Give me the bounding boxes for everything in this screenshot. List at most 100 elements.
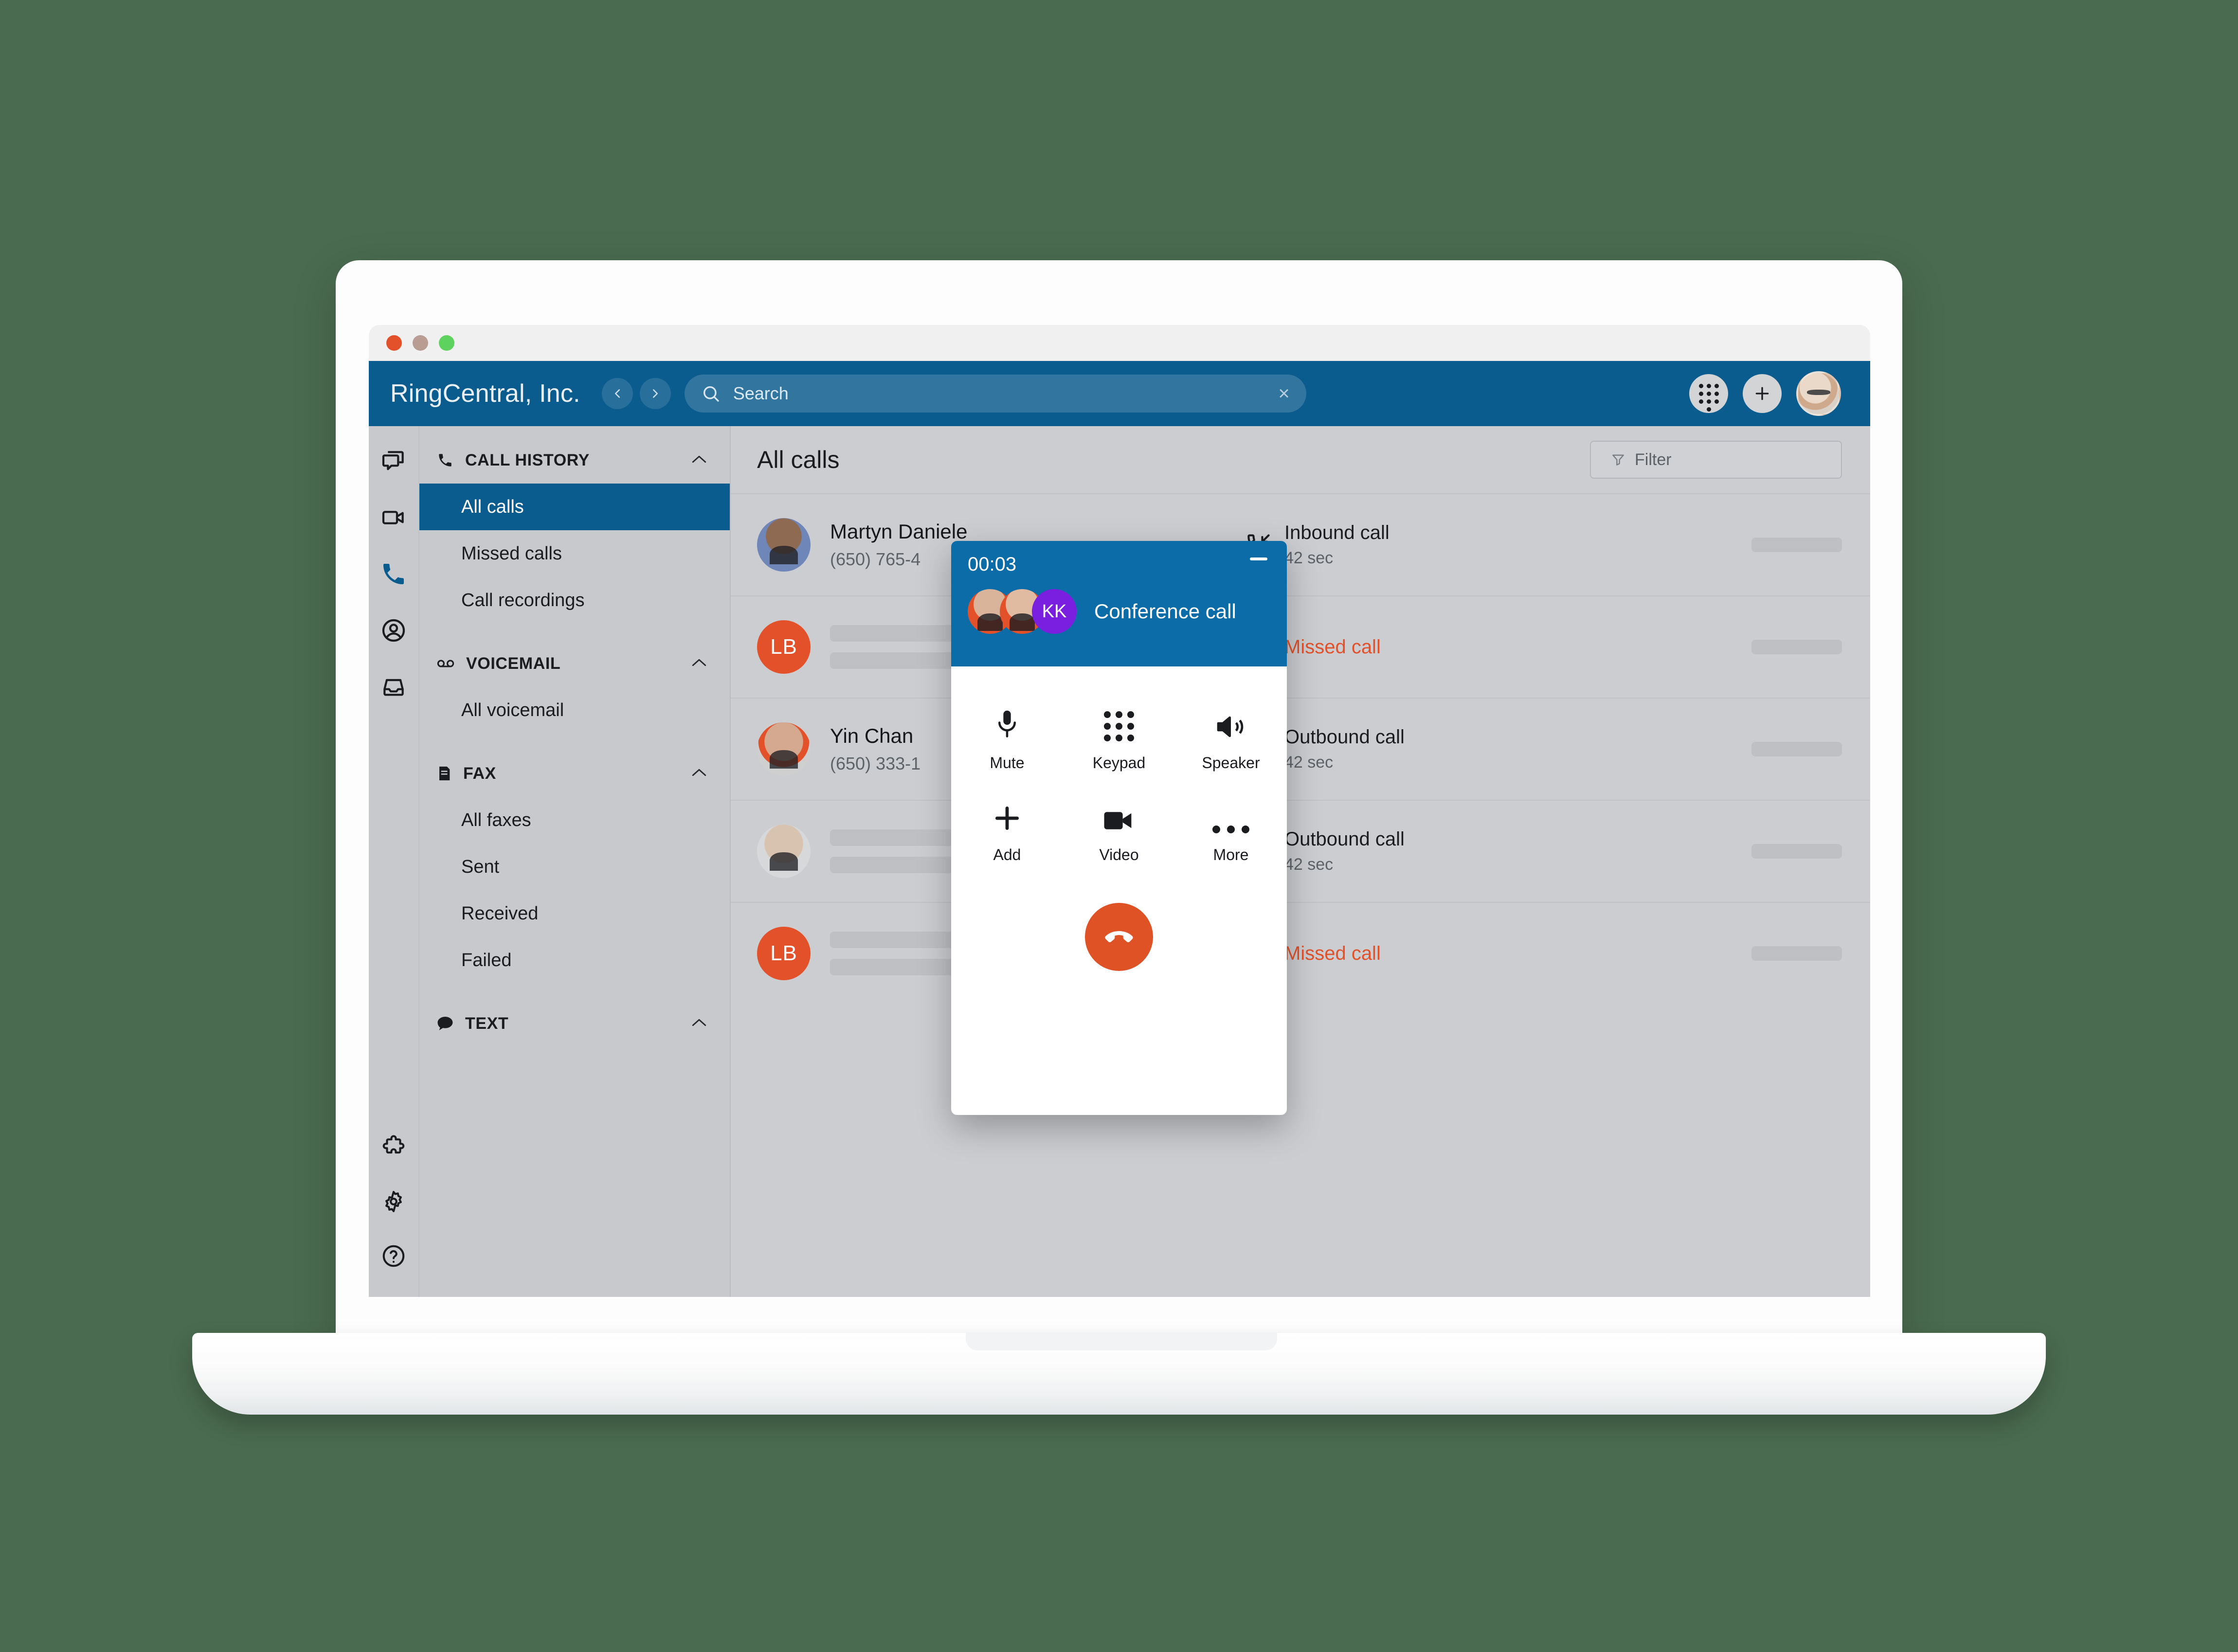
nav-section-label: TEXT bbox=[465, 1014, 509, 1033]
minimize-icon[interactable] bbox=[1250, 557, 1267, 560]
nav-section-call-history[interactable]: CALL HISTORY bbox=[419, 437, 730, 484]
gear-icon[interactable] bbox=[376, 1184, 411, 1219]
nav-section-fax[interactable]: FAX bbox=[419, 750, 730, 797]
timestamp-placeholder bbox=[1751, 742, 1842, 756]
chevron-up-icon[interactable] bbox=[691, 452, 707, 468]
call-type: Missed call bbox=[1284, 942, 1381, 964]
call-meta-text: Inbound call 42 sec bbox=[1284, 522, 1390, 568]
table-row[interactable]: Yin Chan (650) 333-1 Outbound call 42 se… bbox=[731, 698, 1870, 800]
call-meta-text: Missed call bbox=[1284, 636, 1381, 658]
help-icon[interactable] bbox=[376, 1239, 411, 1274]
chevron-left-icon[interactable] bbox=[601, 378, 633, 409]
brand-title: RingCentral, Inc. bbox=[390, 379, 580, 408]
video-icon[interactable] bbox=[376, 500, 411, 535]
main-content: All calls Filter Martyn Daniele (650) 76… bbox=[731, 426, 1870, 1297]
call-controls: Mute Keypad Speaker Add Video More bbox=[951, 666, 1287, 971]
chevron-up-icon[interactable] bbox=[691, 655, 707, 672]
close-icon[interactable]: × bbox=[1278, 384, 1289, 403]
nav-section-label: VOICEMAIL bbox=[466, 654, 561, 673]
microphone-icon bbox=[994, 705, 1020, 741]
chat-bubble-icon bbox=[437, 1016, 453, 1031]
contacts-icon[interactable] bbox=[376, 613, 411, 648]
nav-section-label: FAX bbox=[463, 764, 496, 783]
funnel-icon bbox=[1610, 452, 1626, 467]
chevron-up-icon[interactable] bbox=[691, 1015, 707, 1032]
window-close-button[interactable] bbox=[386, 335, 402, 351]
avatar: LB bbox=[757, 620, 811, 674]
call-list: Martyn Daniele (650) 765-4 Inbound call … bbox=[731, 493, 1870, 1297]
timestamp-placeholder bbox=[1751, 538, 1842, 552]
call-type: Outbound call bbox=[1284, 828, 1405, 850]
avatar bbox=[757, 722, 811, 776]
inbox-icon[interactable] bbox=[376, 669, 411, 704]
window-minimize-button[interactable] bbox=[413, 335, 428, 351]
phone-icon bbox=[437, 452, 453, 468]
laptop-notch bbox=[966, 1333, 1277, 1350]
laptop-mockup: RingCentral, Inc. Search × CALL HISTORY … bbox=[0, 0, 2238, 1652]
dialpad-icon bbox=[1104, 705, 1134, 741]
plus-icon[interactable] bbox=[1743, 374, 1782, 413]
window-titlebar bbox=[369, 325, 1870, 361]
sidebar-item-call-recordings[interactable]: Call recordings bbox=[419, 577, 730, 624]
nav-section-text[interactable]: TEXT bbox=[419, 1000, 730, 1047]
call-controls-row-2: Add Video More bbox=[951, 785, 1287, 877]
end-call-button[interactable] bbox=[1085, 903, 1153, 971]
control-label: Speaker bbox=[1202, 754, 1260, 772]
search-input[interactable]: Search × bbox=[684, 375, 1306, 413]
icon-rail bbox=[369, 426, 419, 1297]
sidebar-item-missed-calls[interactable]: Missed calls bbox=[419, 530, 730, 577]
video-camera-icon bbox=[1103, 797, 1135, 833]
control-label: More bbox=[1213, 846, 1249, 863]
call-type: Missed call bbox=[1284, 636, 1381, 658]
video-button[interactable]: Video bbox=[1063, 785, 1175, 877]
chevron-right-icon[interactable] bbox=[639, 378, 671, 409]
table-row[interactable]: LB Missed call bbox=[731, 595, 1870, 698]
window-zoom-button[interactable] bbox=[439, 335, 454, 351]
dialpad-icon[interactable] bbox=[1689, 374, 1728, 413]
search-placeholder: Search bbox=[733, 383, 789, 403]
speaker-icon bbox=[1215, 705, 1247, 741]
page-title: All calls bbox=[757, 446, 840, 473]
timestamp-placeholder bbox=[1751, 946, 1842, 961]
avatar[interactable] bbox=[1796, 371, 1841, 416]
messages-icon[interactable] bbox=[376, 444, 411, 479]
plus-icon bbox=[992, 797, 1022, 833]
table-row[interactable]: Martyn Daniele (650) 765-4 Inbound call … bbox=[731, 493, 1870, 595]
table-row[interactable]: Outbound call 42 sec bbox=[731, 800, 1870, 902]
call-meta: Missed call bbox=[1246, 941, 1616, 966]
avatar bbox=[757, 518, 811, 572]
sidebar-item-sent[interactable]: Sent bbox=[419, 844, 730, 890]
call-duration: 42 sec bbox=[1284, 855, 1334, 874]
add-button[interactable]: Add bbox=[951, 785, 1063, 877]
call-type: Outbound call bbox=[1284, 726, 1405, 748]
avatar: LB bbox=[757, 927, 811, 980]
call-meta-text: Outbound call 42 sec bbox=[1284, 726, 1405, 772]
table-row[interactable]: LB Missed call bbox=[731, 902, 1870, 1004]
call-meta-text: Outbound call 42 sec bbox=[1284, 828, 1405, 874]
puzzle-icon[interactable] bbox=[376, 1130, 411, 1165]
filter-button[interactable]: Filter bbox=[1590, 441, 1842, 479]
nav-panel: CALL HISTORY All calls Missed calls Call… bbox=[419, 426, 731, 1297]
sidebar-item-all-voicemail[interactable]: All voicemail bbox=[419, 687, 730, 734]
sidebar-item-all-calls[interactable]: All calls bbox=[419, 484, 730, 530]
sidebar-item-all-faxes[interactable]: All faxes bbox=[419, 797, 730, 844]
speaker-button[interactable]: Speaker bbox=[1175, 693, 1287, 785]
call-meta: Outbound call 42 sec bbox=[1246, 828, 1616, 874]
nav-section-voicemail[interactable]: VOICEMAIL bbox=[419, 640, 730, 687]
sidebar-item-failed[interactable]: Failed bbox=[419, 937, 730, 984]
sidebar-item-received[interactable]: Received bbox=[419, 890, 730, 937]
keypad-button[interactable]: Keypad bbox=[1063, 693, 1175, 785]
call-party-label: Conference call bbox=[1094, 600, 1236, 623]
call-timer: 00:03 bbox=[968, 554, 1017, 575]
more-button[interactable]: More bbox=[1175, 785, 1287, 877]
control-label: Keypad bbox=[1092, 754, 1146, 772]
control-label: Add bbox=[993, 846, 1021, 863]
call-meta-text: Missed call bbox=[1284, 943, 1381, 965]
end-call-wrap bbox=[951, 903, 1287, 971]
call-type: Inbound call bbox=[1284, 522, 1390, 543]
mute-button[interactable]: Mute bbox=[951, 693, 1063, 785]
chevron-up-icon[interactable] bbox=[691, 765, 707, 782]
phone-icon[interactable] bbox=[376, 557, 411, 592]
